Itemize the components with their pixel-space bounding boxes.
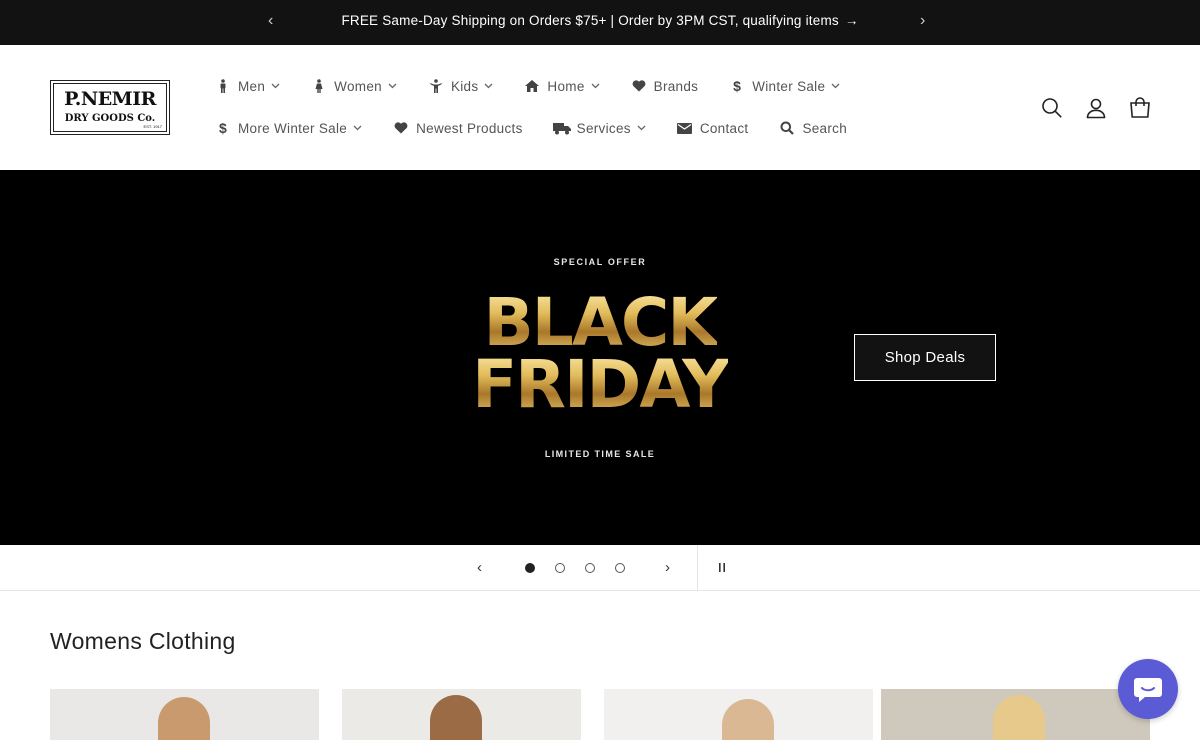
nav-item-services[interactable]: Services — [552, 120, 646, 136]
nav-item-kids[interactable]: Kids — [427, 79, 493, 94]
chevron-down-icon — [591, 80, 600, 92]
product-card[interactable] — [50, 689, 319, 740]
nav-label-women: Women — [334, 78, 382, 94]
announcement-bar: ‹ FREE Same-Day Shipping on Orders $75+ … — [0, 0, 1200, 45]
logo-est: EST. 1917 — [143, 124, 162, 129]
site-header: P.NEMIR DRY GOODS Co. EST. 1917 Men Wome… — [0, 45, 1200, 170]
nav-item-brands[interactable]: Brands — [630, 79, 699, 94]
product-image — [430, 695, 482, 740]
nav-label-services: Services — [576, 120, 631, 136]
heart-icon — [392, 122, 410, 134]
slide-dot-2[interactable] — [555, 563, 565, 573]
arrow-right-icon: → — [844, 13, 859, 28]
nav-item-winter-sale[interactable]: $ Winter Sale — [728, 78, 840, 94]
slide-prev-button[interactable]: ‹ — [477, 559, 482, 576]
pause-icon[interactable] — [717, 562, 727, 574]
chevron-down-icon — [484, 80, 493, 92]
product-card[interactable] — [604, 689, 873, 740]
chevron-down-icon — [353, 122, 362, 134]
envelope-icon — [676, 122, 694, 134]
product-image — [158, 697, 210, 740]
announcement-next-button[interactable]: › — [920, 12, 925, 30]
nav-label-search: Search — [802, 120, 848, 136]
chevron-down-icon — [637, 122, 646, 134]
nav-item-men[interactable]: Men — [214, 79, 280, 94]
dollar-icon: $ — [218, 120, 228, 136]
hero-headline-2: FRIDAY — [472, 346, 730, 423]
nav-label-home: Home — [547, 78, 585, 94]
hero-banner: SPECIAL OFFER BLACK FRIDAY LIMITED TIME … — [0, 170, 1200, 545]
nav-item-home[interactable]: Home — [523, 78, 600, 94]
divider — [697, 545, 698, 591]
nav-item-newest-products[interactable]: Newest Products — [392, 121, 523, 136]
nav-label-brands: Brands — [653, 78, 699, 94]
product-card[interactable] — [881, 689, 1150, 740]
logo-frame: P.NEMIR DRY GOODS Co. EST. 1917 — [53, 83, 167, 132]
cart-icon[interactable] — [1128, 96, 1152, 120]
nav-label-newest-products: Newest Products — [416, 120, 523, 136]
slide-dot-1[interactable] — [525, 563, 535, 573]
slide-dot-3[interactable] — [585, 563, 595, 573]
hero-headline-friday: FRIDAY — [0, 350, 1200, 420]
shop-deals-button[interactable]: Shop Deals — [854, 334, 996, 381]
logo-subtitle: DRY GOODS Co. — [64, 113, 156, 124]
heart-icon — [630, 80, 648, 92]
header-actions — [1020, 96, 1152, 120]
search-icon — [778, 121, 796, 135]
child-icon — [427, 79, 445, 93]
chevron-down-icon — [388, 80, 397, 92]
slide-dot-4[interactable] — [615, 563, 625, 573]
nav-item-more-winter-sale[interactable]: $ More Winter Sale — [214, 120, 362, 136]
nav-label-kids: Kids — [450, 78, 479, 94]
nav-label-men: Men — [238, 78, 266, 94]
collection-title: Womens Clothing — [50, 628, 236, 654]
nav-item-women[interactable]: Women — [310, 79, 397, 94]
nav-item-search[interactable]: Search — [778, 121, 847, 136]
nav-item-contact[interactable]: Contact — [676, 121, 749, 136]
chevron-down-icon — [271, 80, 280, 92]
chat-button[interactable] — [1118, 659, 1178, 719]
nav-label-winter-sale: Winter Sale — [752, 78, 826, 94]
hero-eyebrow: SPECIAL OFFER — [553, 257, 647, 267]
product-image — [993, 695, 1045, 740]
product-card[interactable] — [342, 689, 581, 740]
slideshow-controls: ‹ › — [0, 545, 1200, 591]
logo-title: P.NEMIR — [64, 88, 156, 110]
nav-label-more-winter-sale: More Winter Sale — [238, 120, 348, 136]
home-icon — [523, 79, 541, 93]
announcement-text: FREE Same-Day Shipping on Orders $75+ | … — [341, 13, 839, 28]
account-icon[interactable] — [1084, 96, 1108, 120]
search-icon[interactable] — [1040, 96, 1064, 120]
hero-tagline: LIMITED TIME SALE — [544, 449, 656, 459]
main-nav-row-1: Men Women Kids Home Brands $ Winter Sale — [214, 76, 870, 96]
truck-icon — [552, 122, 571, 135]
person-icon — [214, 79, 232, 93]
main-nav-row-2: $ More Winter Sale Newest Products Servi… — [214, 118, 877, 138]
slide-next-button[interactable]: › — [665, 559, 670, 576]
chevron-down-icon — [831, 80, 840, 92]
store-logo[interactable]: P.NEMIR DRY GOODS Co. EST. 1917 — [50, 80, 170, 135]
nav-label-contact: Contact — [699, 120, 749, 136]
chat-icon — [1134, 678, 1162, 702]
dollar-icon: $ — [733, 78, 742, 94]
person-dress-icon — [310, 79, 328, 93]
announcement-link[interactable]: FREE Same-Day Shipping on Orders $75+ | … — [0, 13, 1200, 28]
product-image — [722, 699, 774, 740]
